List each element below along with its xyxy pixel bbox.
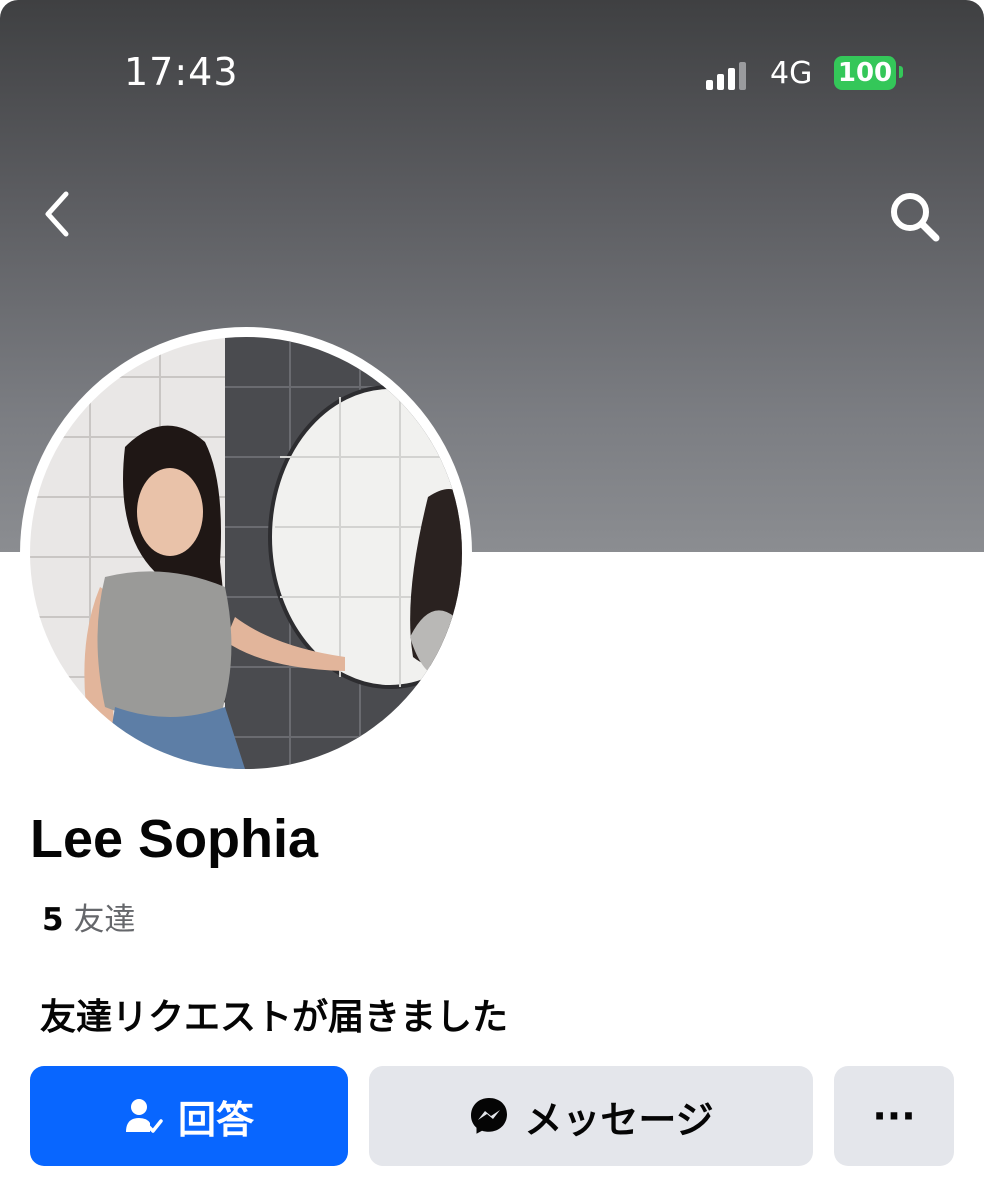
battery-level: 100 (834, 56, 896, 90)
search-button[interactable] (884, 186, 944, 246)
profile-name: Lee Sophia (30, 809, 319, 869)
avatar-photo (30, 337, 462, 769)
battery-icon (899, 66, 903, 78)
respond-button[interactable]: 回答 (30, 1066, 348, 1166)
more-label: ··· (872, 1094, 916, 1138)
chevron-left-icon (45, 191, 69, 237)
network-type: 4G (770, 56, 813, 91)
friends-label: 友達 (73, 902, 136, 938)
back-button[interactable] (36, 186, 80, 242)
more-options-button[interactable]: ··· (834, 1066, 954, 1166)
profile-avatar[interactable] (30, 337, 462, 769)
friends-number: 5 (42, 902, 64, 938)
friends-count[interactable]: 5 友達 (42, 894, 135, 939)
search-icon (891, 193, 940, 242)
messenger-icon (468, 1095, 510, 1137)
signal-icon (706, 58, 746, 90)
person-check-icon (124, 1096, 164, 1136)
message-button[interactable]: メッセージ (369, 1066, 813, 1166)
message-label: メッセージ (524, 1097, 714, 1142)
status-time: 17:43 (124, 50, 239, 94)
friend-request-notice: 友達リクエストが届きました (40, 997, 509, 1038)
respond-label: 回答 (177, 1097, 254, 1142)
